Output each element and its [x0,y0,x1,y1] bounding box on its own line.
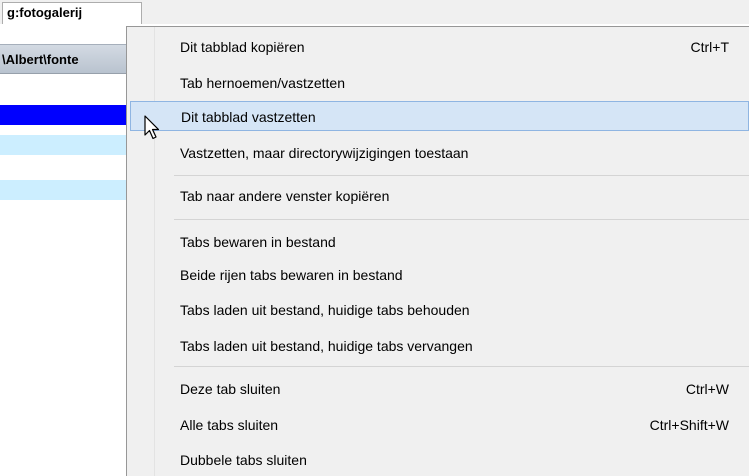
menu-item-close-duplicate-tabs[interactable]: Dubbele tabs sluiten [130,445,749,475]
menu-item-label: Tab naar andere venster kopiëren [180,188,390,204]
menu-separator [174,366,749,367]
menu-item-label: Tab hernoemen/vastzetten [180,75,345,91]
menu-item-label: Dit tabblad kopiëren [180,39,305,55]
menu-item-save-tabs[interactable]: Tabs bewaren in bestand [130,227,749,257]
menu-item-label: Tabs bewaren in bestand [180,234,336,250]
file-row[interactable] [0,180,126,200]
menu-item-label: Tabs laden uit bestand, huidige tabs ver… [180,338,473,354]
menu-item-label: Dubbele tabs sluiten [180,452,307,468]
menu-item-copy-tab-to-other-window[interactable]: Tab naar andere venster kopiëren [130,181,749,211]
tab-fotogalerij[interactable]: g:fotogalerij [2,2,142,24]
menu-item-label: Deze tab sluiten [180,381,281,397]
menu-item-close-all-tabs[interactable]: Alle tabs sluiten Ctrl+Shift+W [130,410,749,440]
menu-item-label: Dit tabblad vastzetten [181,109,316,125]
menu-item-lock-tab[interactable]: Dit tabblad vastzetten [130,101,749,131]
file-row[interactable] [0,135,126,155]
menu-item-load-tabs-keep[interactable]: Tabs laden uit bestand, huidige tabs beh… [130,295,749,325]
menu-item-copy-tab[interactable]: Dit tabblad kopiëren Ctrl+T [130,32,749,62]
menu-item-save-both-tab-rows[interactable]: Beide rijen tabs bewaren in bestand [130,260,749,290]
menu-item-label: Vastzetten, maar directorywijzigingen to… [180,145,469,161]
menu-item-label: Alle tabs sluiten [180,417,279,433]
menu-item-close-tab[interactable]: Deze tab sluiten Ctrl+W [130,374,749,404]
menu-separator [174,219,749,220]
menu-item-shortcut: Ctrl+W [685,381,729,397]
menu-item-lock-allow-dir-changes[interactable]: Vastzetten, maar directorywijzigingen to… [130,138,749,168]
menu-item-label: Tabs laden uit bestand, huidige tabs beh… [180,302,470,318]
mouse-pointer-icon [144,115,160,140]
path-header: \Albert\fonte [0,44,126,74]
menu-item-load-tabs-replace[interactable]: Tabs laden uit bestand, huidige tabs ver… [130,331,749,361]
menu-item-shortcut: Ctrl+Shift+W [649,417,729,433]
menu-separator [174,175,749,176]
tab-context-menu: Dit tabblad kopiëren Ctrl+T Tab hernoeme… [126,26,749,476]
menu-item-rename-lock-tab[interactable]: Tab hernoemen/vastzetten [130,68,749,98]
menu-item-label: Beide rijen tabs bewaren in bestand [180,267,403,283]
menu-item-shortcut: Ctrl+T [690,39,730,55]
file-row-selected[interactable] [0,105,126,125]
